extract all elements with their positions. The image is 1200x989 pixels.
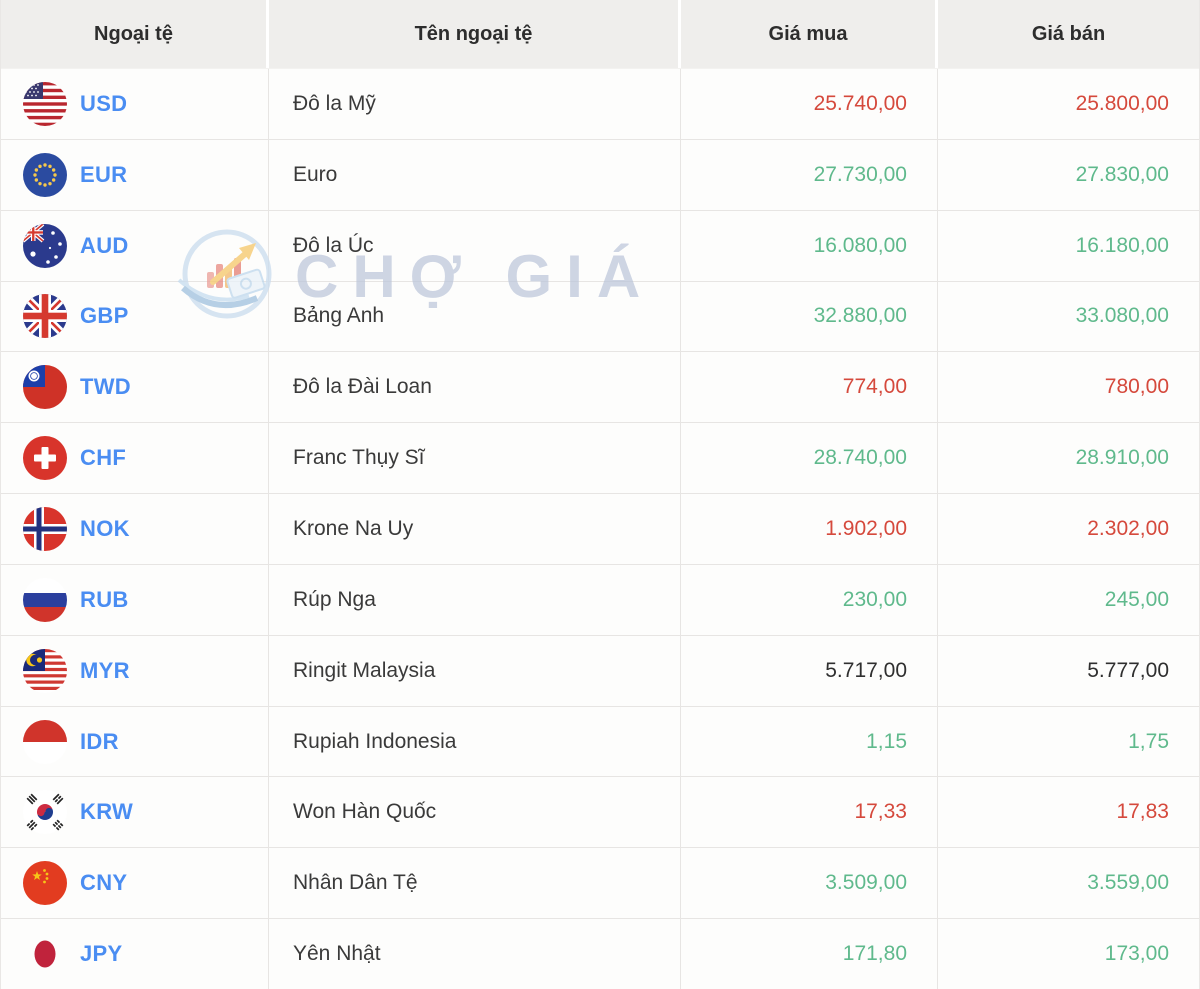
chf-flag-icon xyxy=(23,436,67,481)
currency-name: Nhân Dân Tệ xyxy=(269,848,681,919)
nok-flag-icon xyxy=(23,506,67,551)
currency-code-link[interactable]: AUD xyxy=(80,233,129,259)
currency-cell: GBP xyxy=(1,281,269,352)
sell-price: 25.800,00 xyxy=(1075,91,1169,115)
header-currency: Ngoại tệ xyxy=(1,0,269,68)
sell-price: 3.559,00 xyxy=(1087,871,1169,895)
sell-price: 28.910,00 xyxy=(1075,446,1169,470)
buy-price: 17,33 xyxy=(681,777,938,848)
sell-price: 16.180,00 xyxy=(1075,233,1169,257)
currency-code-link[interactable]: EUR xyxy=(80,162,127,188)
sell-price: 17,83 xyxy=(1116,800,1169,824)
twd-flag-icon xyxy=(23,365,67,410)
buy-price: 5.717,00 xyxy=(681,635,938,706)
currency-cell: KRW xyxy=(1,777,269,848)
buy-price: 25.740,00 xyxy=(681,69,938,139)
header-currency-name: Tên ngoại tệ xyxy=(269,0,681,68)
currency-cell: MYR xyxy=(1,635,269,706)
sell-price: 33.080,00 xyxy=(1075,304,1169,328)
table-row-eur: EUR Euro 27.730,00 27.830,00 xyxy=(1,138,1199,210)
buy-price: 1,15 xyxy=(681,706,938,777)
table-row-gbp: GBP Bảng Anh 32.880,00 33.080,00 xyxy=(1,280,1199,352)
rub-flag-icon xyxy=(23,577,67,622)
currency-name: Franc Thụy Sĩ xyxy=(269,423,681,494)
currency-code-link[interactable]: CHF xyxy=(80,445,126,471)
buy-price: 27.730,00 xyxy=(681,139,938,210)
sell-price: 5.777,00 xyxy=(1087,658,1169,682)
table-row-cny: CNY Nhân Dân Tệ 3.509,00 3.559,00 xyxy=(1,847,1199,919)
currency-cell: USD xyxy=(1,69,269,139)
currency-cell: JPY xyxy=(1,919,269,989)
exchange-rate-table: Ngoại tệ Tên ngoại tệ Giá mua Giá bán US… xyxy=(0,0,1200,989)
currency-name: Ringit Malaysia xyxy=(269,635,681,706)
table-row-jpy: JPY Yên Nhật 171,80 173,00 xyxy=(1,918,1199,989)
currency-name: Won Hàn Quốc xyxy=(269,777,681,848)
currency-cell: CNY xyxy=(1,848,269,919)
currency-name: Rupiah Indonesia xyxy=(269,706,681,777)
currency-cell: RUB xyxy=(1,564,269,635)
header-buy-price: Giá mua xyxy=(681,0,938,68)
gbp-flag-icon xyxy=(23,294,67,339)
buy-price: 1.902,00 xyxy=(681,494,938,564)
currency-name: Euro xyxy=(269,139,681,210)
currency-cell: EUR xyxy=(1,139,269,210)
currency-cell: AUD xyxy=(1,210,269,281)
currency-name: Đô la Đài Loan xyxy=(269,352,681,423)
idr-flag-icon xyxy=(23,719,67,764)
currency-name: Krone Na Uy xyxy=(269,494,681,564)
currency-code-link[interactable]: KRW xyxy=(80,799,133,825)
buy-price: 16.080,00 xyxy=(681,210,938,281)
sell-price: 780,00 xyxy=(1104,375,1169,399)
sell-price: 27.830,00 xyxy=(1075,162,1169,186)
table-row-idr: IDR Rupiah Indonesia 1,15 1,75 xyxy=(1,705,1199,777)
currency-cell: NOK xyxy=(1,494,269,564)
currency-code-link[interactable]: RUB xyxy=(80,587,129,613)
aud-flag-icon xyxy=(23,223,67,268)
currency-code-link[interactable]: USD xyxy=(80,91,127,117)
table-row-krw: KRW Won Hàn Quốc 17,33 17,83 xyxy=(1,776,1199,848)
table-row-chf: CHF Franc Thụy Sĩ 28.740,00 28.910,00 xyxy=(1,422,1199,494)
currency-code-link[interactable]: TWD xyxy=(80,374,131,400)
buy-price: 32.880,00 xyxy=(681,281,938,352)
currency-name: Đô la Úc xyxy=(269,210,681,281)
currency-name: Rúp Nga xyxy=(269,564,681,635)
table-row-aud: AUD Đô la Úc 16.080,00 16.180,00 xyxy=(1,209,1199,281)
table-row-myr: MYR Ringit Malaysia 5.717,00 5.777,00 xyxy=(1,634,1199,706)
currency-code-link[interactable]: MYR xyxy=(80,658,130,684)
currency-cell: CHF xyxy=(1,423,269,494)
sell-price: 173,00 xyxy=(1104,942,1169,966)
buy-price: 774,00 xyxy=(681,352,938,423)
usd-flag-icon xyxy=(23,81,67,126)
buy-price: 171,80 xyxy=(681,919,938,989)
currency-cell: IDR xyxy=(1,706,269,777)
cny-flag-icon xyxy=(23,861,67,906)
currency-code-link[interactable]: GBP xyxy=(80,303,129,329)
buy-price: 28.740,00 xyxy=(681,423,938,494)
table-row-usd: USD Đô la Mỹ 25.740,00 25.800,00 xyxy=(1,68,1199,139)
eur-flag-icon xyxy=(23,152,67,197)
myr-flag-icon xyxy=(23,648,67,693)
sell-price: 2.302,00 xyxy=(1087,516,1169,540)
currency-code-link[interactable]: CNY xyxy=(80,870,127,896)
currency-cell: TWD xyxy=(1,352,269,423)
jpy-flag-icon xyxy=(23,932,67,976)
sell-price: 1,75 xyxy=(1128,729,1169,753)
currency-name: Yên Nhật xyxy=(269,919,681,989)
currency-name: Bảng Anh xyxy=(269,281,681,352)
buy-price: 3.509,00 xyxy=(681,848,938,919)
sell-price: 245,00 xyxy=(1104,587,1169,611)
table-row-twd: TWD Đô la Đài Loan 774,00 780,00 xyxy=(1,351,1199,423)
krw-flag-icon xyxy=(23,790,67,835)
buy-price: 230,00 xyxy=(681,564,938,635)
table-row-rub: RUB Rúp Nga 230,00 245,00 xyxy=(1,563,1199,635)
currency-code-link[interactable]: NOK xyxy=(80,516,130,542)
table-row-nok: NOK Krone Na Uy 1.902,00 2.302,00 xyxy=(1,493,1199,564)
currency-code-link[interactable]: IDR xyxy=(80,729,119,755)
currency-code-link[interactable]: JPY xyxy=(80,941,122,967)
currency-name: Đô la Mỹ xyxy=(269,69,681,139)
header-sell-price: Giá bán xyxy=(938,0,1199,68)
table-body: USD Đô la Mỹ 25.740,00 25.800,00 EUR Eur… xyxy=(1,68,1199,989)
table-header: Ngoại tệ Tên ngoại tệ Giá mua Giá bán xyxy=(1,0,1199,68)
